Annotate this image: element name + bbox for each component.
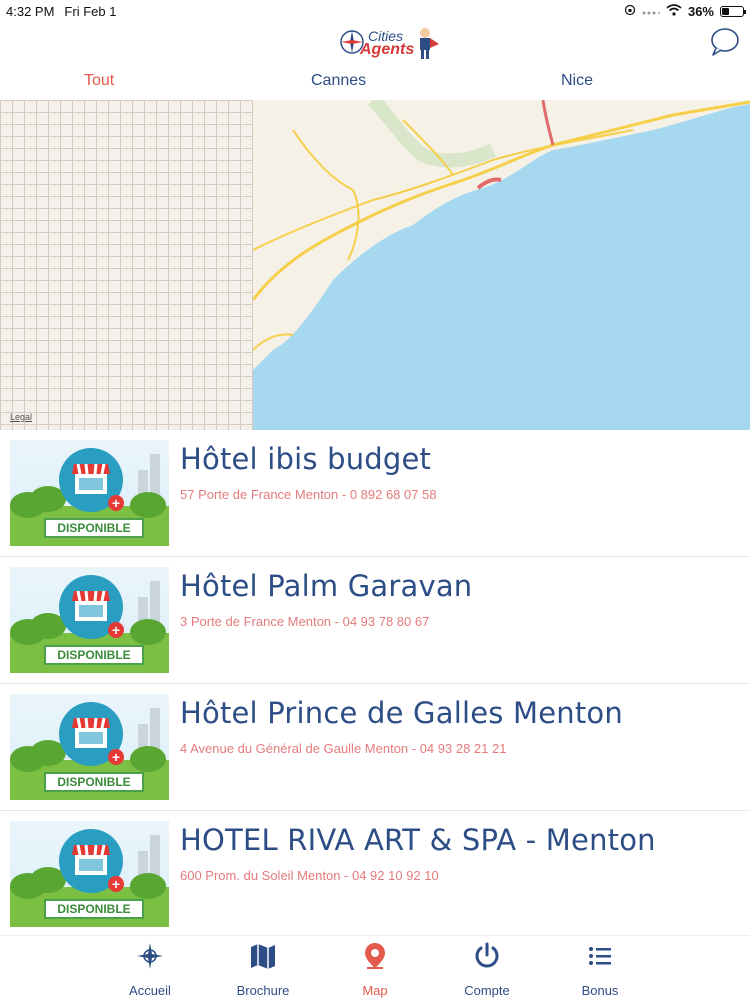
store-thumbnail: + DISPONIBLE (10, 821, 169, 927)
list-item[interactable]: + DISPONIBLE Hôtel Palm Garavan 3 Porte … (0, 557, 750, 684)
list-item[interactable]: + DISPONIBLE Hôtel Prince de Galles Ment… (0, 684, 750, 811)
signal-dots-icon (642, 4, 660, 19)
map-unloaded-tiles (0, 100, 253, 430)
power-icon (475, 942, 499, 968)
hotel-address: 3 Porte de France Menton - 04 93 78 80 6… (180, 614, 430, 629)
hotel-name: Hôtel Palm Garavan (180, 569, 473, 603)
availability-badge: DISPONIBLE (44, 899, 144, 919)
availability-badge: DISPONIBLE (44, 518, 144, 538)
agent-mascot-icon (420, 28, 439, 59)
map-pin-icon (365, 943, 385, 969)
add-icon: + (108, 876, 124, 892)
battery-fill (722, 7, 730, 15)
map-tiles (253, 100, 750, 430)
hotel-name: Hôtel Prince de Galles Menton (180, 696, 623, 730)
storefront-icon (72, 463, 110, 494)
status-bar: 4:32 PM Fri Feb 1 36% (0, 0, 750, 22)
app-logo[interactable]: Cities Agents (338, 24, 442, 62)
chat-bubble-icon[interactable] (710, 27, 740, 57)
availability-badge: DISPONIBLE (44, 645, 144, 665)
logo-text-bottom: Agents (360, 41, 415, 58)
hotel-name: HOTEL RIVA ART & SPA - Menton (180, 823, 656, 857)
availability-badge: DISPONIBLE (44, 772, 144, 792)
bush-icon (130, 873, 166, 899)
storefront-icon (72, 590, 110, 621)
app-header: Cities Agents (0, 22, 750, 64)
nav-accueil[interactable]: Accueil (100, 942, 200, 998)
bush-icon (130, 619, 166, 645)
nav-map[interactable]: Map (325, 942, 425, 998)
store-thumbnail: + DISPONIBLE (10, 440, 169, 546)
bush-icon (130, 746, 166, 772)
nav-label: Brochure (236, 983, 290, 998)
map-fold-icon (251, 944, 275, 969)
hotel-name: Hôtel ibis budget (180, 442, 432, 476)
rotation-lock-icon (624, 4, 636, 19)
hotel-list: + DISPONIBLE Hôtel ibis budget 57 Porte … (0, 430, 750, 935)
nav-compte[interactable]: Compte (437, 942, 537, 998)
nav-brochure[interactable]: Brochure (213, 942, 313, 998)
tab-nice[interactable]: Nice (561, 72, 593, 90)
battery-icon (720, 5, 746, 17)
hotel-address: 600 Prom. du Soleil Menton - 04 92 10 92… (180, 868, 439, 883)
nav-label: Bonus (581, 983, 619, 998)
status-right: 36% (624, 0, 746, 22)
tab-cannes[interactable]: Cannes (311, 72, 366, 90)
bush-icon (130, 492, 166, 518)
battery-percent: 36% (687, 3, 714, 19)
nav-bonus[interactable]: Bonus (550, 942, 650, 998)
add-icon: + (108, 749, 124, 765)
wifi-icon (666, 3, 682, 19)
store-thumbnail: + DISPONIBLE (10, 567, 169, 673)
nav-label: Map (362, 983, 388, 998)
hotel-address: 4 Avenue du Général de Gaulle Menton - 0… (180, 741, 507, 756)
list-icon (589, 947, 611, 965)
nav-label: Compte (464, 983, 510, 998)
status-date: Fri Feb 1 (64, 3, 117, 19)
add-icon: + (108, 622, 124, 638)
tab-tout[interactable]: Tout (84, 72, 114, 90)
city-tabs: Tout Cannes Nice (0, 64, 750, 100)
store-thumbnail: + DISPONIBLE (10, 694, 169, 800)
list-item[interactable]: + DISPONIBLE HOTEL RIVA ART & SPA - Ment… (0, 811, 750, 935)
add-icon: + (108, 495, 124, 511)
storefront-icon (72, 717, 110, 748)
status-time: 4:32 PM (6, 3, 55, 19)
nav-label: Accueil (129, 983, 171, 998)
bottom-tab-bar: Accueil Brochure Map Compte Bonus (0, 935, 750, 1000)
compass-icon (137, 943, 163, 969)
list-item[interactable]: + DISPONIBLE Hôtel ibis budget 57 Porte … (0, 430, 750, 557)
map-view[interactable]: Legal (0, 100, 750, 430)
storefront-icon (72, 844, 110, 875)
map-legal-link[interactable]: Legal (10, 412, 32, 422)
hotel-address: 57 Porte de France Menton - 0 892 68 07 … (180, 487, 437, 502)
